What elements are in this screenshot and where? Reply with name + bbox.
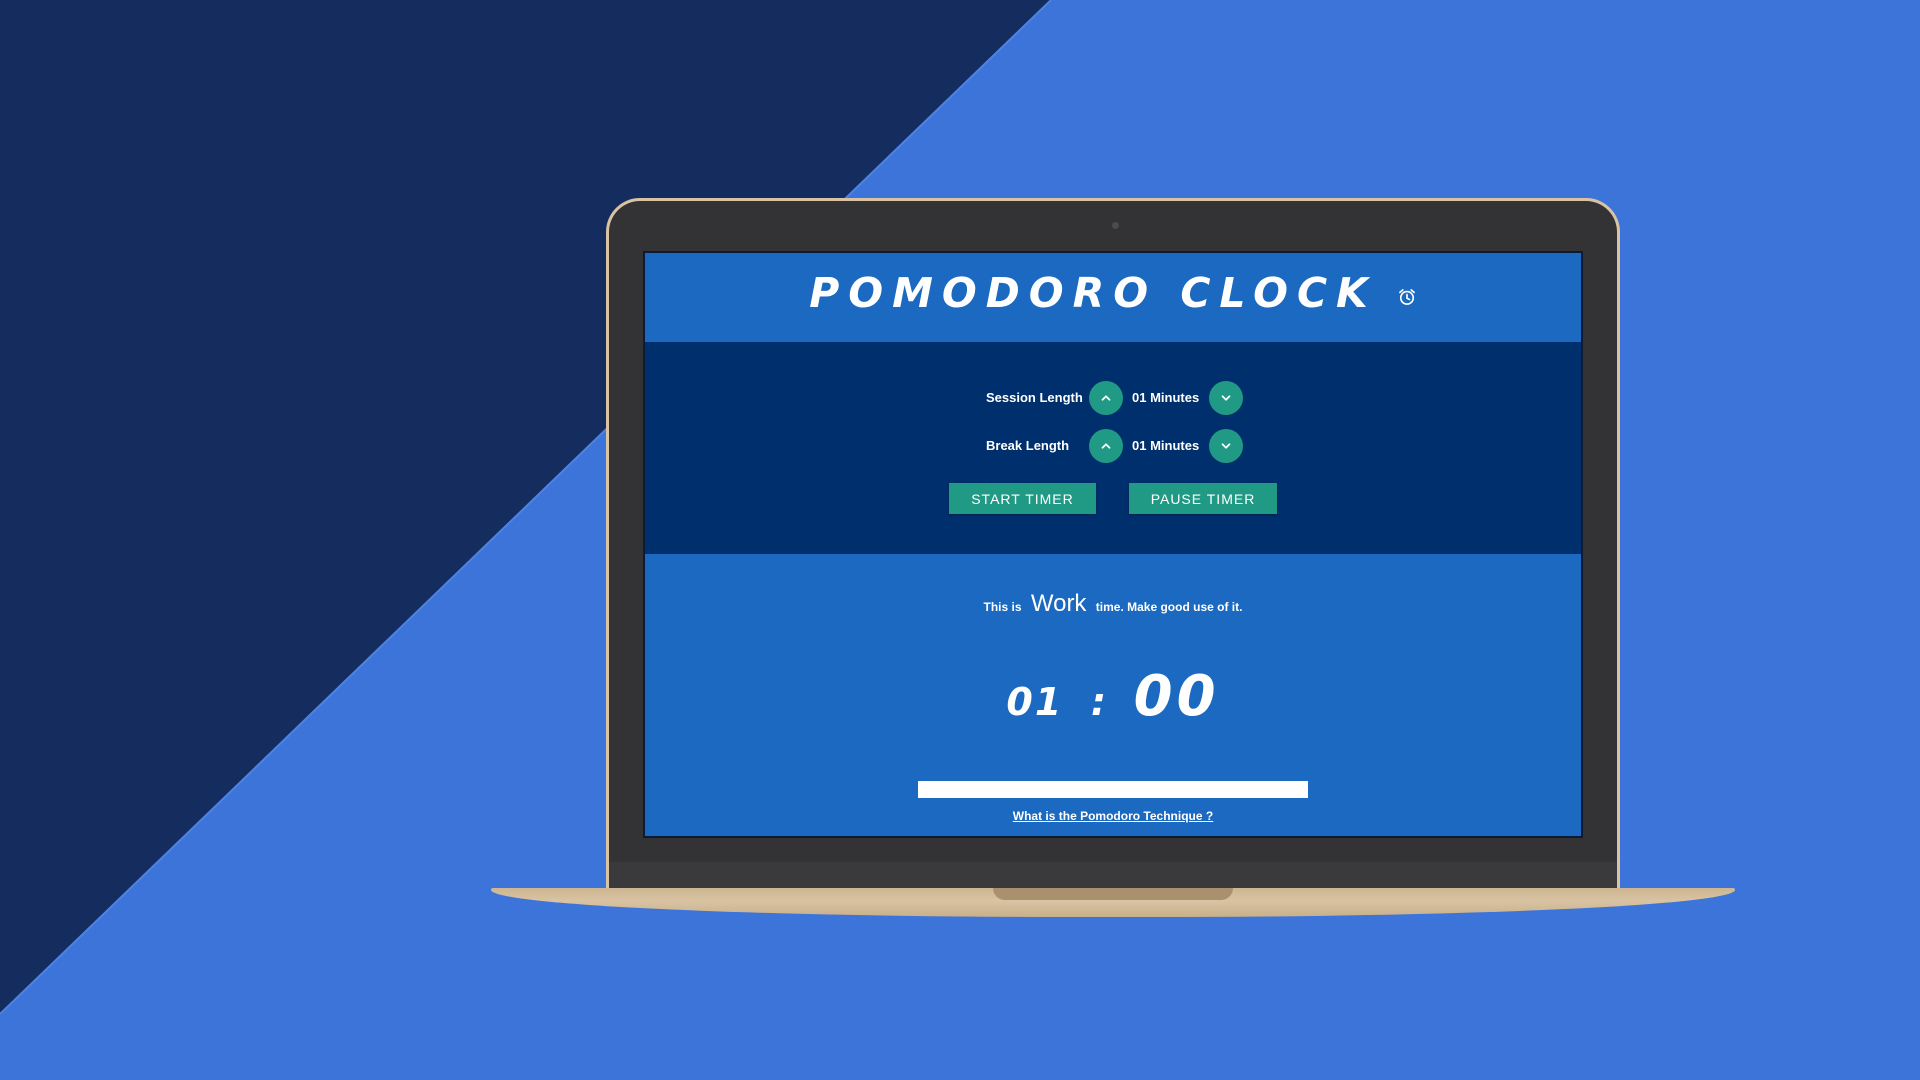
break-increase-button[interactable] bbox=[1089, 429, 1123, 463]
pause-timer-button[interactable]: PAUSE TIMER bbox=[1129, 483, 1277, 514]
minutes-display: 01 bbox=[1006, 680, 1064, 724]
chevron-down-icon bbox=[1221, 443, 1231, 449]
laptop-chin bbox=[609, 862, 1617, 890]
laptop-notch bbox=[993, 888, 1233, 900]
session-increase-button[interactable] bbox=[1089, 381, 1123, 415]
status-prefix: This is bbox=[983, 600, 1022, 614]
status-message: This is Work time. Make good use of it. bbox=[645, 590, 1581, 618]
session-length-label: Session Length bbox=[986, 390, 1083, 405]
pomodoro-info-link[interactable]: What is the Pomodoro Technique ? bbox=[645, 809, 1581, 823]
break-decrease-button[interactable] bbox=[1209, 429, 1243, 463]
chevron-up-icon bbox=[1101, 443, 1111, 449]
app-screen: POMODORO CLOCK Session Length 01 Minutes… bbox=[643, 251, 1583, 838]
session-length-row: Session Length 01 Minutes bbox=[645, 381, 1581, 415]
break-length-value: 01 Minutes bbox=[1132, 438, 1200, 453]
start-timer-button[interactable]: START TIMER bbox=[949, 483, 1096, 514]
progress-bar bbox=[918, 781, 1308, 798]
settings-panel: Session Length 01 Minutes Break Length 0… bbox=[645, 342, 1581, 554]
mode-label: Work bbox=[1030, 590, 1087, 617]
break-length-row: Break Length 01 Minutes bbox=[645, 429, 1581, 463]
webcam-icon bbox=[1112, 222, 1119, 229]
time-separator: : bbox=[1090, 680, 1107, 724]
session-length-value: 01 Minutes bbox=[1132, 390, 1200, 405]
chevron-up-icon bbox=[1101, 395, 1111, 401]
app-title: POMODORO CLOCK bbox=[809, 268, 1377, 317]
alarm-clock-icon bbox=[1398, 288, 1415, 305]
timer-panel: This is Work time. Make good use of it. … bbox=[645, 554, 1581, 836]
session-decrease-button[interactable] bbox=[1209, 381, 1243, 415]
status-suffix: time. Make good use of it. bbox=[1095, 600, 1243, 614]
countdown-display: 01 : 00 bbox=[645, 664, 1581, 729]
app-header: POMODORO CLOCK bbox=[645, 253, 1581, 342]
chevron-down-icon bbox=[1221, 395, 1231, 401]
seconds-display: 00 bbox=[1133, 664, 1220, 729]
break-length-label: Break Length bbox=[986, 438, 1070, 453]
